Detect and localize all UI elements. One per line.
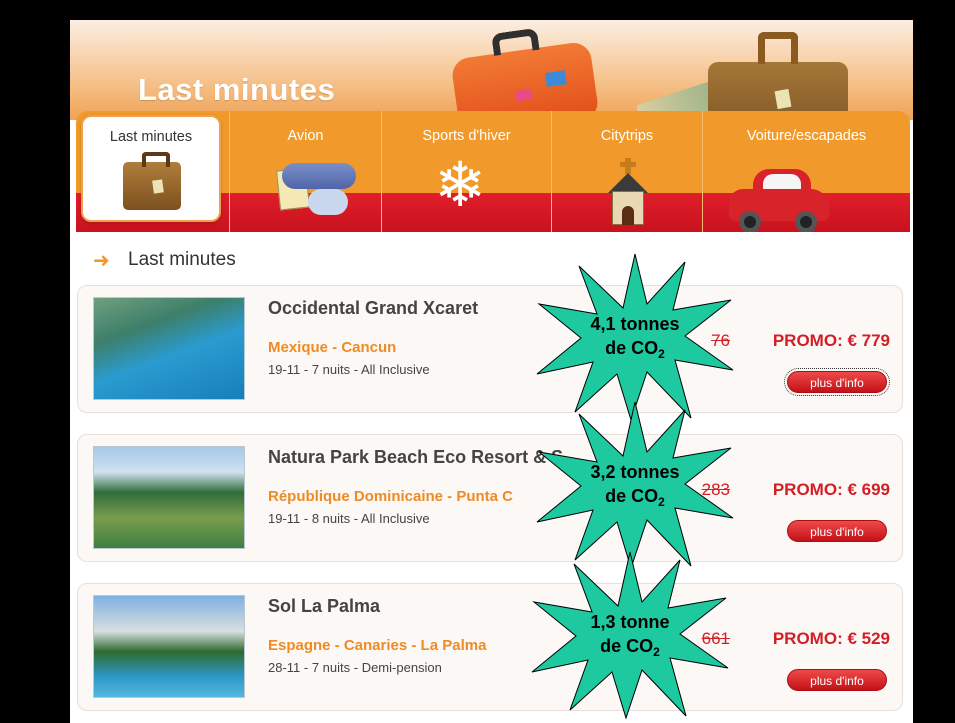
starburst-shape [536,401,734,570]
hotel-name[interactable]: Sol La Palma [268,596,380,617]
promo-price: PROMO: € 529 [772,629,890,648]
tab-avion[interactable]: Avion [229,111,381,232]
starburst-shape [536,253,734,422]
starburst-shape [531,551,729,720]
tab-voiture-escapades[interactable]: Voiture/escapades [702,111,910,232]
co2-badge: 3,2 tonnes de CO2 [535,400,735,570]
hotel-name[interactable]: Occidental Grand Xcaret [268,298,478,319]
more-info-button[interactable]: plus d'info [787,520,887,542]
tab-last-minutes[interactable]: Last minutes [81,115,221,222]
promo-price: PROMO: € 699 [772,480,890,499]
co2-badge: 1,3 tonne de CO2 [530,550,730,720]
suitcase-icon [123,152,181,210]
header-banner: Last minutes [70,20,913,144]
listing-card: Sol La Palma Espagne - Canaries - La Pal… [77,583,903,711]
co2-badge: 4,1 tonnes de CO2 [535,252,735,422]
trip-details: 19-11 - 7 nuits - All Inclusive [268,362,430,377]
destination: Espagne - Canaries - La Palma [268,637,487,654]
tab-sports-hiver[interactable]: Sports d'hiver ❄ [381,111,551,232]
listing-card: Occidental Grand Xcaret Mexique - Cancun… [77,285,903,413]
trip-details: 28-11 - 7 nuits - Demi-pension [268,660,442,675]
more-info-button[interactable]: plus d'info [787,669,887,691]
destination: République Dominicaine - Punta C [268,488,514,505]
destination: Mexique - Cancun [268,339,397,356]
category-tabs: Last minutes Avion Sports d'hiver ❄ City… [76,111,910,232]
promo-price: PROMO: € 779 [772,331,890,350]
hotel-photo[interactable] [93,297,245,400]
snowflake-icon: ❄ [434,151,486,220]
hotel-photo[interactable] [93,595,245,698]
hotel-photo[interactable] [93,446,245,549]
tab-citytrips[interactable]: Citytrips [551,111,702,232]
listing-card: Natura Park Beach Eco Resort & S Républi… [77,434,903,562]
more-info-button[interactable]: plus d'info [784,368,890,396]
trip-details: 19-11 - 8 nuits - All Inclusive [268,511,430,526]
arrow-right-icon: ➜ [93,250,110,272]
hotel-name[interactable]: Natura Park Beach Eco Resort & S [268,447,563,468]
banner-title: Last minutes [138,72,336,107]
section-title: Last minutes [128,249,236,270]
page: Last minutes Last minutes Avion Sports d… [70,20,913,723]
